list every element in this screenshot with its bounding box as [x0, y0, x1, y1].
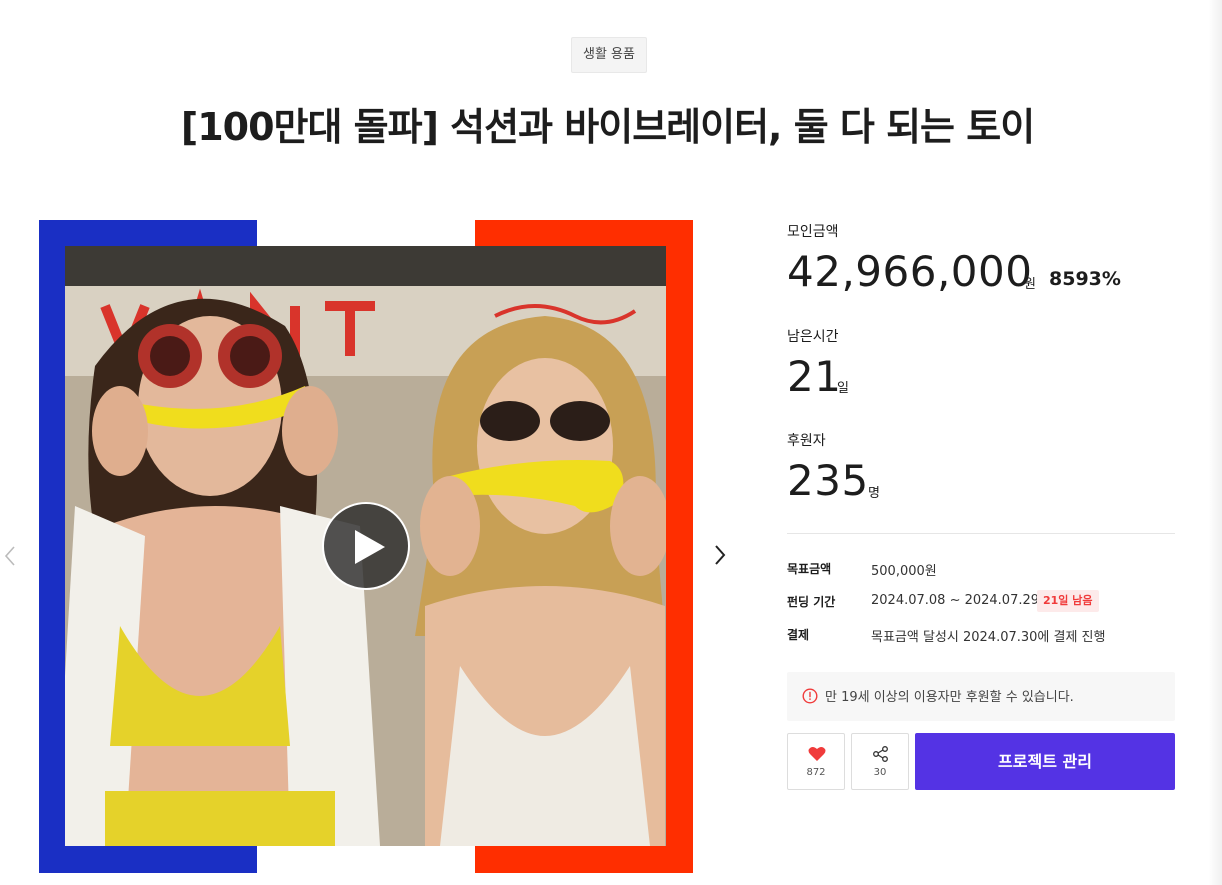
raised-amount-label: 모인금액 [787, 224, 839, 240]
funding-period-label: 펀딩 기간 [787, 595, 836, 609]
play-button[interactable] [322, 502, 410, 590]
age-notice: 만 19세 이상의 이용자만 후원할 수 있습니다. [787, 672, 1175, 721]
backers-label: 후원자 [787, 433, 826, 449]
share-count: 30 [873, 767, 887, 778]
time-remaining-unit: 일 [837, 381, 849, 396]
time-remaining-label: 남은시간 [787, 329, 839, 345]
previous-slide-button[interactable] [3, 545, 17, 571]
payment-value: 목표금액 달성시 2024.07.30에 결제 진행 [871, 630, 1106, 645]
chevron-right-icon [715, 545, 726, 565]
days-remaining-badge: 21일 남음 [1037, 590, 1099, 612]
payment-label: 결제 [787, 628, 810, 642]
stats-divider [787, 533, 1175, 534]
backers-unit: 명 [868, 486, 880, 501]
goal-amount-value: 500,000원 [871, 564, 937, 579]
age-notice-text: 만 19세 이상의 이용자만 후원할 수 있습니다. [825, 690, 1074, 705]
category-tag[interactable]: 생활 용품 [571, 37, 647, 73]
share-icon [873, 746, 888, 762]
raised-amount-value: 42,966,000 [787, 247, 1033, 296]
chevron-left-icon [4, 546, 15, 566]
share-button[interactable]: 30 [851, 733, 909, 790]
time-remaining-value: 21 [787, 352, 842, 401]
goal-amount-label: 목표금액 [787, 562, 832, 576]
like-count: 872 [806, 767, 826, 778]
play-icon [355, 530, 385, 564]
project-title: [100만대 돌파] 석션과 바이브레이터, 둘 다 되는 토이 [180, 105, 1035, 149]
raised-amount-unit: 원 [1024, 277, 1036, 292]
info-icon [802, 688, 818, 704]
project-media [39, 220, 693, 873]
backers-value: 235 [787, 456, 869, 505]
next-slide-button[interactable] [713, 544, 727, 570]
project-video-thumbnail[interactable] [65, 246, 666, 846]
heart-icon [808, 746, 826, 761]
funding-period-value: 2024.07.08 ~ 2024.07.29 [871, 593, 1040, 608]
manage-project-button[interactable]: 프로젝트 관리 [915, 733, 1175, 790]
like-button[interactable]: 872 [787, 733, 845, 790]
achievement-rate: 8593% [1049, 268, 1121, 290]
